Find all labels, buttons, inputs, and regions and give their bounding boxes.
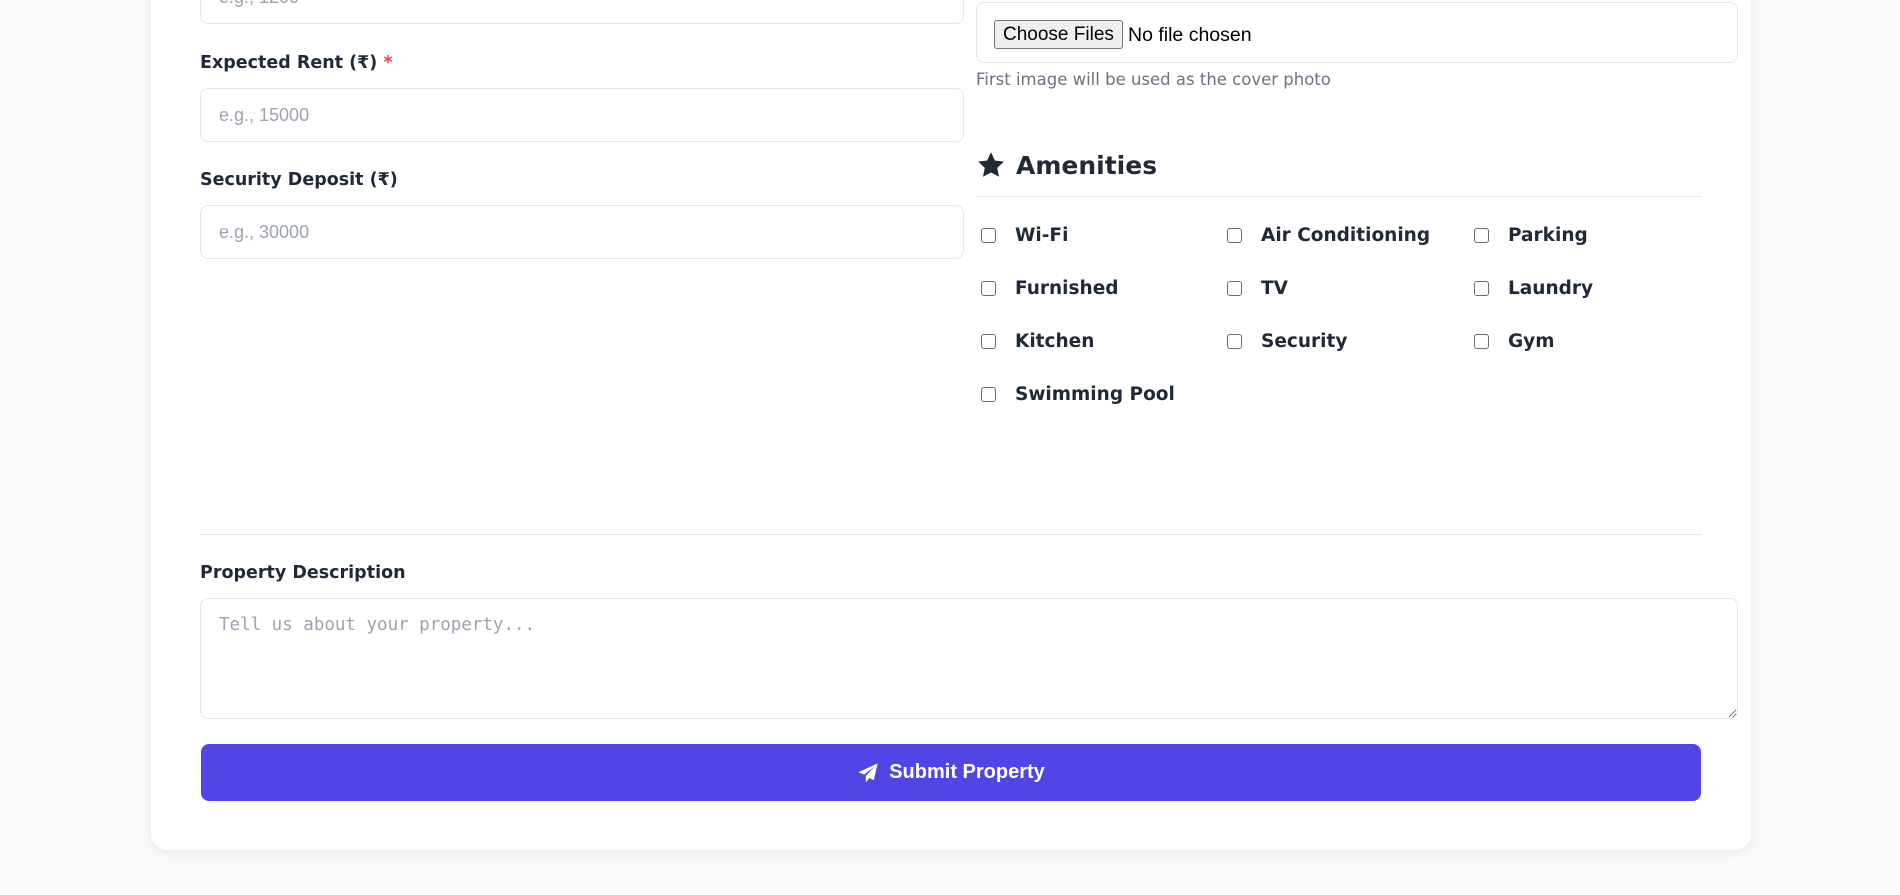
checkbox[interactable] bbox=[981, 387, 996, 402]
section-divider bbox=[200, 534, 1702, 535]
amenity-label: Kitchen bbox=[1015, 331, 1095, 352]
amenity-tv[interactable]: TV bbox=[1227, 278, 1288, 299]
description-textarea[interactable] bbox=[200, 598, 1738, 719]
security-deposit-label: Security Deposit (₹) bbox=[200, 170, 398, 190]
checkbox[interactable] bbox=[981, 228, 996, 243]
expected-rent-label: Expected Rent (₹) * bbox=[200, 53, 393, 73]
amenity-security[interactable]: Security bbox=[1227, 331, 1347, 352]
amenity-wifi[interactable]: Wi-Fi bbox=[981, 225, 1068, 246]
checkbox[interactable] bbox=[1474, 334, 1489, 349]
amenity-furnished[interactable]: Furnished bbox=[981, 278, 1119, 299]
checkbox[interactable] bbox=[981, 334, 996, 349]
amenity-air-conditioning[interactable]: Air Conditioning bbox=[1227, 225, 1430, 246]
description-label: Property Description bbox=[200, 563, 406, 583]
amenities-heading: Amenities bbox=[976, 150, 1157, 180]
star-icon bbox=[978, 152, 1004, 177]
security-deposit-input[interactable] bbox=[200, 205, 964, 259]
amenity-gym[interactable]: Gym bbox=[1474, 331, 1555, 352]
paper-plane-icon bbox=[858, 762, 878, 782]
amenity-label: Parking bbox=[1508, 225, 1588, 246]
checkbox[interactable] bbox=[1474, 281, 1489, 296]
image-file-input[interactable]: Choose Files No file chosen bbox=[976, 2, 1738, 63]
expected-rent-input[interactable] bbox=[200, 88, 964, 142]
submit-label: Submit Property bbox=[889, 761, 1045, 783]
submit-property-button[interactable]: Submit Property bbox=[201, 744, 1701, 801]
amenity-label: Wi-Fi bbox=[1015, 225, 1069, 246]
amenity-kitchen[interactable]: Kitchen bbox=[981, 331, 1094, 352]
file-status-text: No file chosen bbox=[1128, 24, 1252, 46]
checkbox[interactable] bbox=[1227, 334, 1242, 349]
amenity-label: TV bbox=[1261, 278, 1288, 299]
required-mark: * bbox=[383, 53, 393, 73]
cover-photo-hint: First image will be used as the cover ph… bbox=[976, 70, 1331, 89]
amenity-laundry[interactable]: Laundry bbox=[1474, 278, 1593, 299]
expected-rent-label-text: Expected Rent (₹) bbox=[200, 53, 378, 73]
amenity-swimming-pool[interactable]: Swimming Pool bbox=[981, 384, 1175, 405]
checkbox[interactable] bbox=[1227, 228, 1242, 243]
checkbox[interactable] bbox=[1227, 281, 1242, 296]
amenity-label: Swimming Pool bbox=[1015, 384, 1175, 405]
amenities-divider bbox=[976, 196, 1702, 197]
amenity-parking[interactable]: Parking bbox=[1474, 225, 1588, 246]
amenity-label: Gym bbox=[1508, 331, 1555, 352]
amenity-label: Laundry bbox=[1508, 278, 1594, 299]
amenity-label: Security bbox=[1261, 331, 1348, 352]
choose-files-button[interactable]: Choose Files bbox=[994, 20, 1123, 49]
amenity-label: Furnished bbox=[1015, 278, 1119, 299]
area-input[interactable] bbox=[200, 0, 964, 24]
checkbox[interactable] bbox=[1474, 228, 1489, 243]
amenity-label: Air Conditioning bbox=[1261, 225, 1431, 246]
amenities-title: Amenities bbox=[1016, 150, 1158, 180]
checkbox[interactable] bbox=[981, 281, 996, 296]
